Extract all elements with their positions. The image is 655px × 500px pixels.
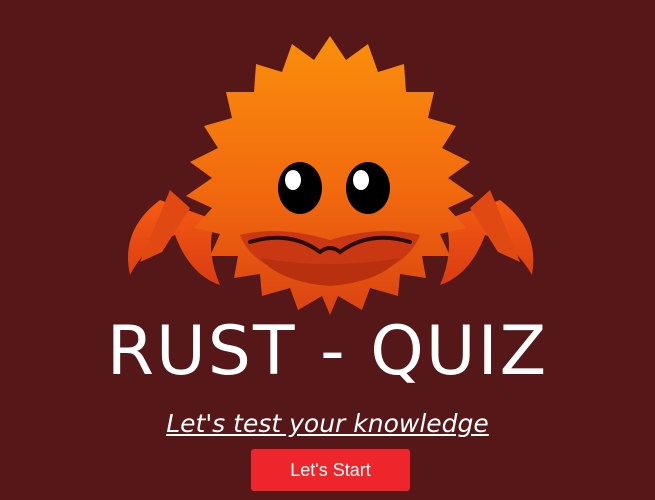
quiz-landing: RUST - QUIZ Let's test your knowledge Le… bbox=[0, 0, 655, 500]
page-title: RUST - QUIZ bbox=[106, 312, 549, 391]
page-subtitle: Let's test your knowledge bbox=[166, 409, 489, 438]
ferris-crab-icon bbox=[100, 30, 560, 315]
start-quiz-button[interactable]: Let's Start bbox=[251, 449, 410, 491]
